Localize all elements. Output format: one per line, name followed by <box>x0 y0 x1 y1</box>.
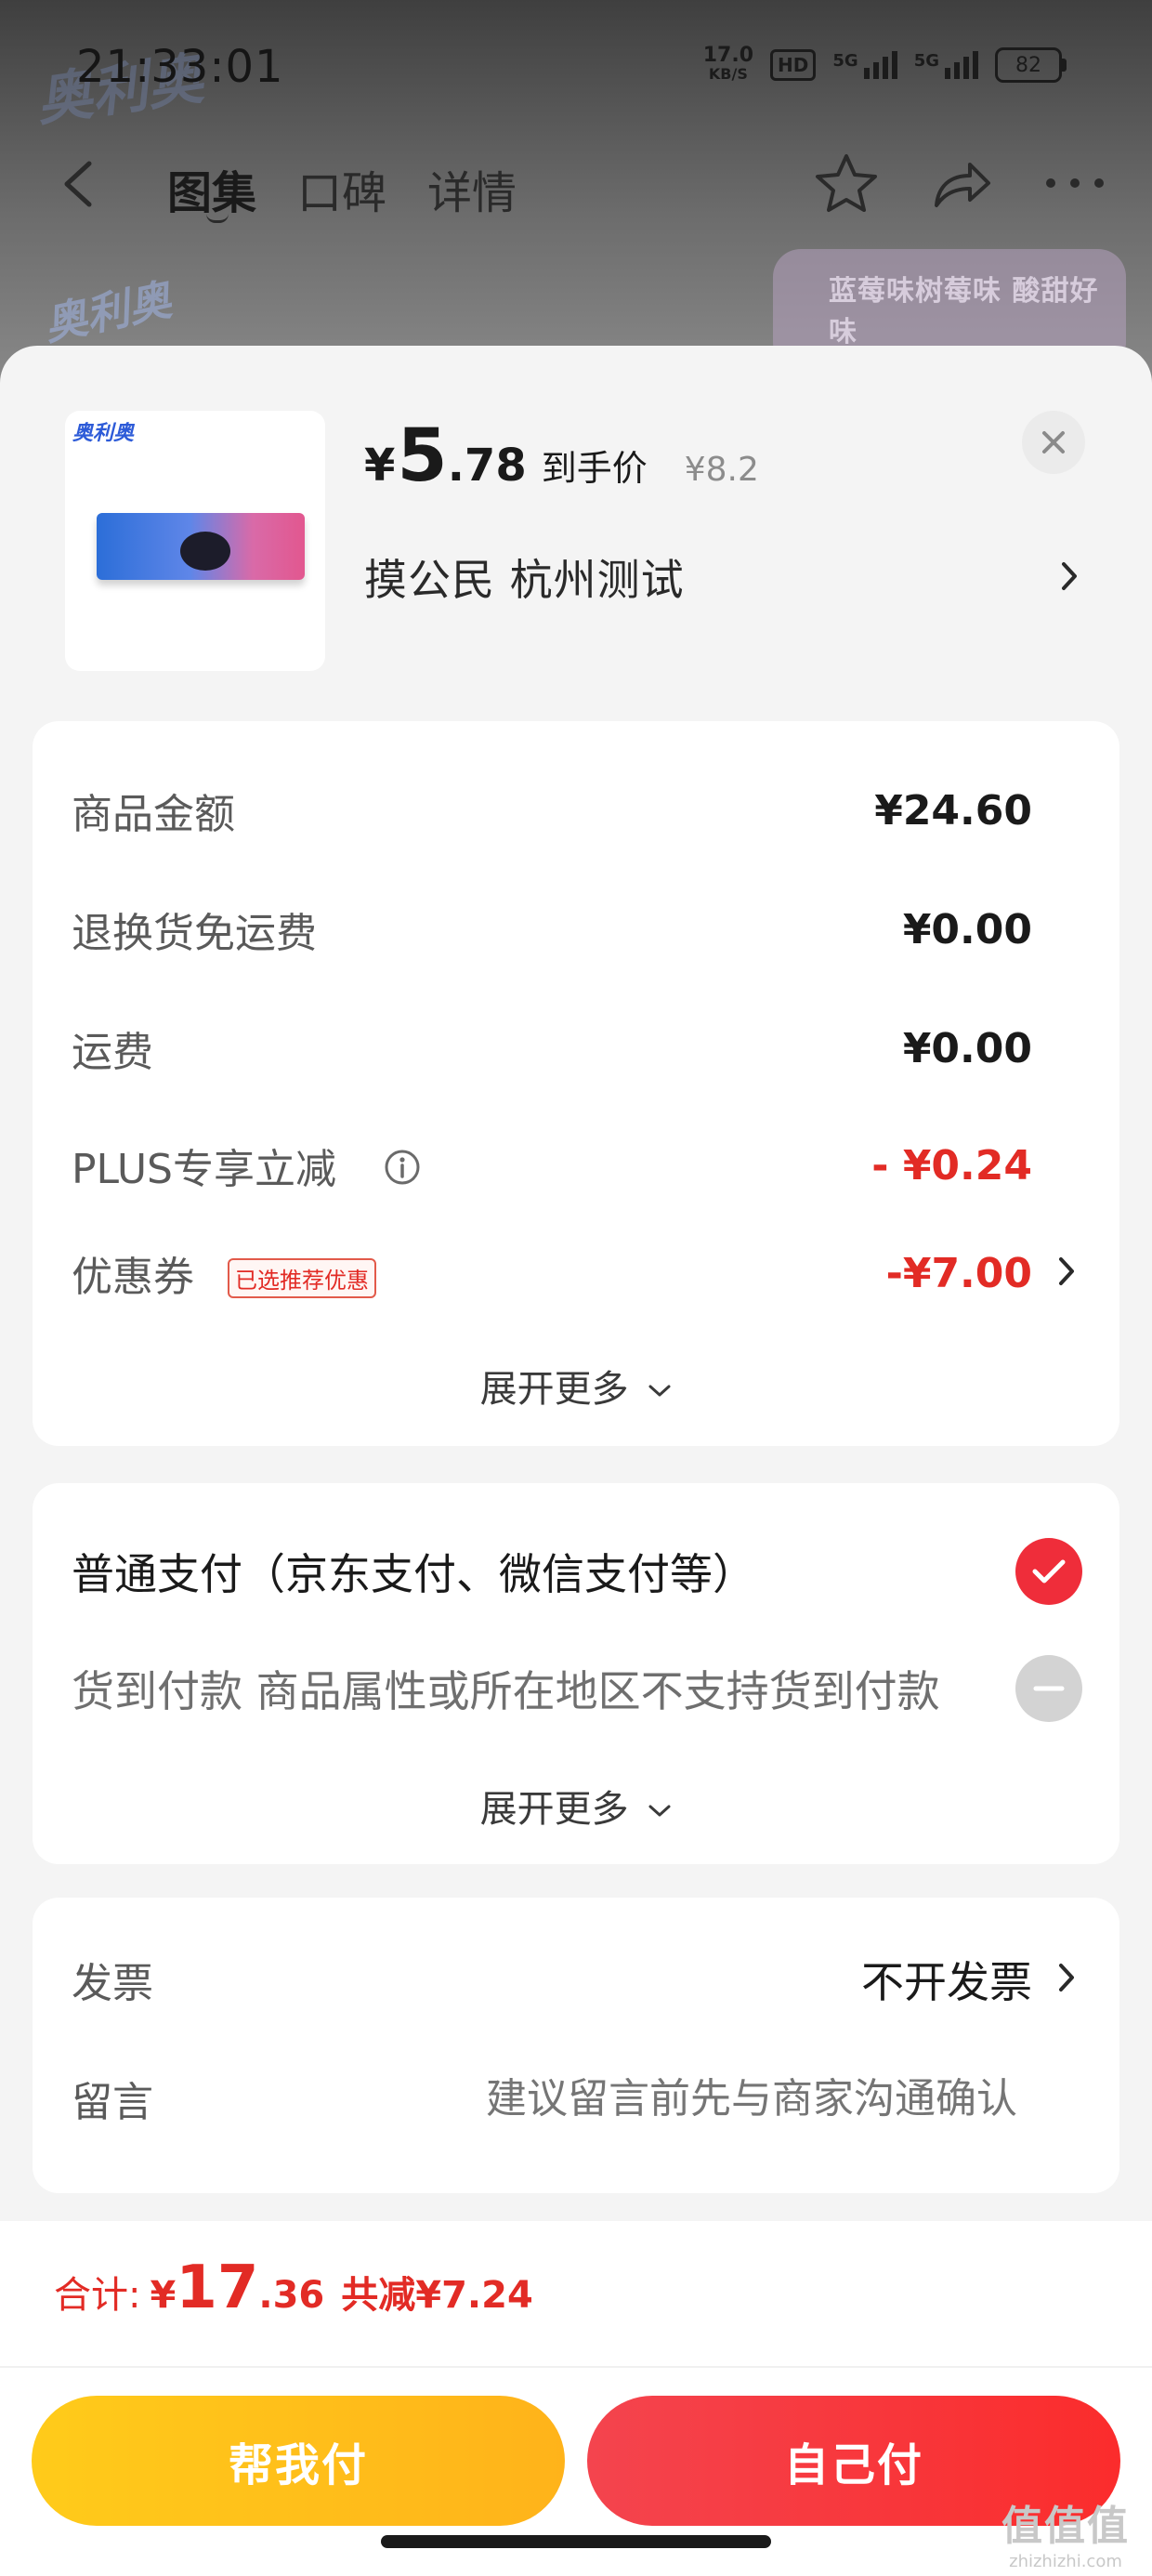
final-price-label: 到手价 <box>541 448 648 489</box>
status-indicators: 17.0 KB/S HD 5G 5G 82 <box>703 46 1067 84</box>
subtotal-value: ¥24.60 <box>874 786 1032 835</box>
nav-tabs: 图集 口碑 详情 <box>167 156 517 221</box>
cost-expand-label: 展开更多 <box>479 1368 629 1411</box>
total-label: 合计: <box>54 2274 141 2317</box>
site-watermark: 值值值 zhizhizhi.com <box>1001 2492 1130 2571</box>
message-label: 留言 <box>72 2079 153 2126</box>
plus-discount-row: PLUS专享立减 - ¥0.24 <box>33 1128 1119 1203</box>
invoice-row[interactable]: 发票 不开发票 <box>33 1942 1119 2017</box>
cost-expand-more[interactable]: 展开更多 <box>33 1359 1119 1413</box>
back-arrow-icon[interactable] <box>58 158 100 210</box>
selected-check-icon[interactable] <box>1015 1538 1082 1605</box>
brand-logo: 奥利奥 <box>39 274 176 350</box>
invoice-label: 发票 <box>72 1960 153 2007</box>
chevron-down-icon <box>648 1385 671 1397</box>
share-icon[interactable] <box>931 155 992 211</box>
price-decimal: .78 <box>447 440 527 492</box>
return-shipping-value: ¥0.00 <box>902 905 1032 953</box>
plus-discount-value: - ¥0.24 <box>871 1141 1032 1189</box>
checkout-footer: 合计: ¥ 17 .36 共减¥7.24 帮我付 自己付 <box>0 2221 1152 2576</box>
close-icon <box>1042 431 1065 453</box>
payment-expand-label: 展开更多 <box>479 1788 629 1831</box>
product-nav-bar: 图集 口碑 详情 <box>0 149 1152 223</box>
product-summary: 奥利奥 ¥ 5 .78 到手价 ¥8.2 摸公民 杭州测试 <box>0 346 1152 717</box>
payment-option-normal-label: 普通支付（京东支付、微信支付等） <box>72 1549 755 1599</box>
return-shipping-row: 退换货免运费 ¥0.00 <box>33 892 1119 966</box>
price-integer: 5 <box>397 414 448 498</box>
coupon-row[interactable]: 优惠券 已选推荐优惠 -¥7.00 <box>33 1236 1119 1310</box>
shipping-address: 摸公民 杭州测试 <box>364 555 685 605</box>
chevron-right-icon <box>1059 1964 1074 1991</box>
return-shipping-label: 退换货免运费 <box>72 910 317 957</box>
chevron-right-icon <box>1059 1257 1074 1285</box>
subtotal-row: 商品金额 ¥24.60 <box>33 773 1119 848</box>
payment-option-cod: 货到付款 商品属性或所在地区不支持货到付款 <box>33 1647 1119 1730</box>
footer-divider <box>0 2366 1152 2368</box>
tab-reviews[interactable]: 口碑 <box>297 156 386 221</box>
help-me-pay-button[interactable]: 帮我付 <box>32 2396 565 2526</box>
payment-expand-more[interactable]: 展开更多 <box>33 1779 1119 1833</box>
nav-actions <box>814 152 1106 214</box>
coupon-recommended-tag: 已选推荐优惠 <box>228 1258 376 1298</box>
shipping-fee-label: 运费 <box>72 1029 153 1076</box>
product-thumbnail: 奥利奥 <box>65 411 325 671</box>
payment-option-normal[interactable]: 普通支付（京东支付、微信支付等） <box>33 1530 1119 1613</box>
message-row: 留言 <box>33 2061 1119 2136</box>
tab-details[interactable]: 详情 <box>427 156 517 221</box>
total-discount: 共减¥7.24 <box>341 2274 533 2317</box>
invoice-value: 不开发票 <box>861 1957 1032 2007</box>
price-currency: ¥ <box>364 440 396 492</box>
subtotal-label: 商品金额 <box>72 791 235 838</box>
price-line: ¥ 5 .78 到手价 ¥8.2 <box>364 420 759 493</box>
site-watermark-url: zhizhizhi.com <box>1009 2552 1122 2571</box>
shipping-address-row[interactable]: 摸公民 杭州测试 <box>364 545 1089 610</box>
total-decimal: .36 <box>258 2274 325 2317</box>
disabled-minus-icon <box>1015 1655 1082 1722</box>
chevron-down-icon <box>648 1805 671 1817</box>
signal-icon: 5G <box>832 51 897 79</box>
hd-badge: HD <box>770 49 817 81</box>
network-speed-unit: KB/S <box>708 65 748 83</box>
shipping-fee-value: ¥0.00 <box>902 1024 1032 1072</box>
original-price: ¥8.2 <box>684 451 759 489</box>
more-icon[interactable] <box>1044 177 1106 190</box>
network-speed-value: 17.0 <box>702 44 754 67</box>
product-package-image <box>97 513 305 580</box>
shipping-fee-row: 运费 ¥0.00 <box>33 1011 1119 1085</box>
payment-option-cod-label: 货到付款 商品属性或所在地区不支持货到付款 <box>72 1666 940 1716</box>
cost-breakdown-card: 商品金额 ¥24.60 退换货免运费 ¥0.00 运费 ¥0.00 PLUS专享… <box>33 721 1119 1446</box>
status-time: 21:33:01 <box>76 41 284 93</box>
active-tab-indicator <box>206 214 229 223</box>
background-product-page: 奥利奥 21:33:01 17.0 KB/S HD 5G 5G 82 图集 口碑… <box>0 0 1152 390</box>
status-bar: 21:33:01 17.0 KB/S HD 5G 5G 82 <box>0 0 1152 139</box>
checkout-sheet: 奥利奥 ¥ 5 .78 到手价 ¥8.2 摸公民 杭州测试 商品金额 ¥24.6… <box>0 346 1152 2576</box>
site-watermark-logo: 值值值 <box>1001 2503 1130 2550</box>
tab-gallery[interactable]: 图集 <box>167 156 256 221</box>
total-integer: 17 <box>176 2254 259 2322</box>
flavor-banner-text: 蓝莓味树莓味 酸甜好味 <box>829 275 1099 348</box>
chevron-right-icon <box>1062 562 1077 590</box>
network-speed: 17.0 KB/S <box>703 46 753 84</box>
battery-icon: 82 <box>995 47 1067 83</box>
order-total: 合计: ¥ 17 .36 共减¥7.24 <box>54 2258 533 2319</box>
coupon-value: -¥7.00 <box>885 1249 1032 1297</box>
battery-level: 82 <box>995 47 1062 83</box>
payment-method-card: 普通支付（京东支付、微信支付等） 货到付款 商品属性或所在地区不支持货到付款 展… <box>33 1483 1119 1864</box>
total-currency: ¥ <box>150 2274 177 2317</box>
message-input[interactable] <box>348 2074 1017 2123</box>
info-icon[interactable] <box>384 1149 421 1186</box>
home-indicator[interactable] <box>381 2535 771 2548</box>
signal-label: 5G <box>832 51 858 71</box>
close-button[interactable] <box>1022 411 1085 474</box>
signal-icon-2: 5G <box>914 51 978 79</box>
plus-discount-label: PLUS专享立减 <box>72 1146 336 1193</box>
thumbnail-brand-logo: 奥利奥 <box>72 422 135 445</box>
coupon-label: 优惠券 <box>72 1254 194 1301</box>
star-icon[interactable] <box>814 152 879 214</box>
signal-label-2: 5G <box>913 51 939 71</box>
invoice-message-card: 发票 不开发票 留言 <box>33 1898 1119 2193</box>
